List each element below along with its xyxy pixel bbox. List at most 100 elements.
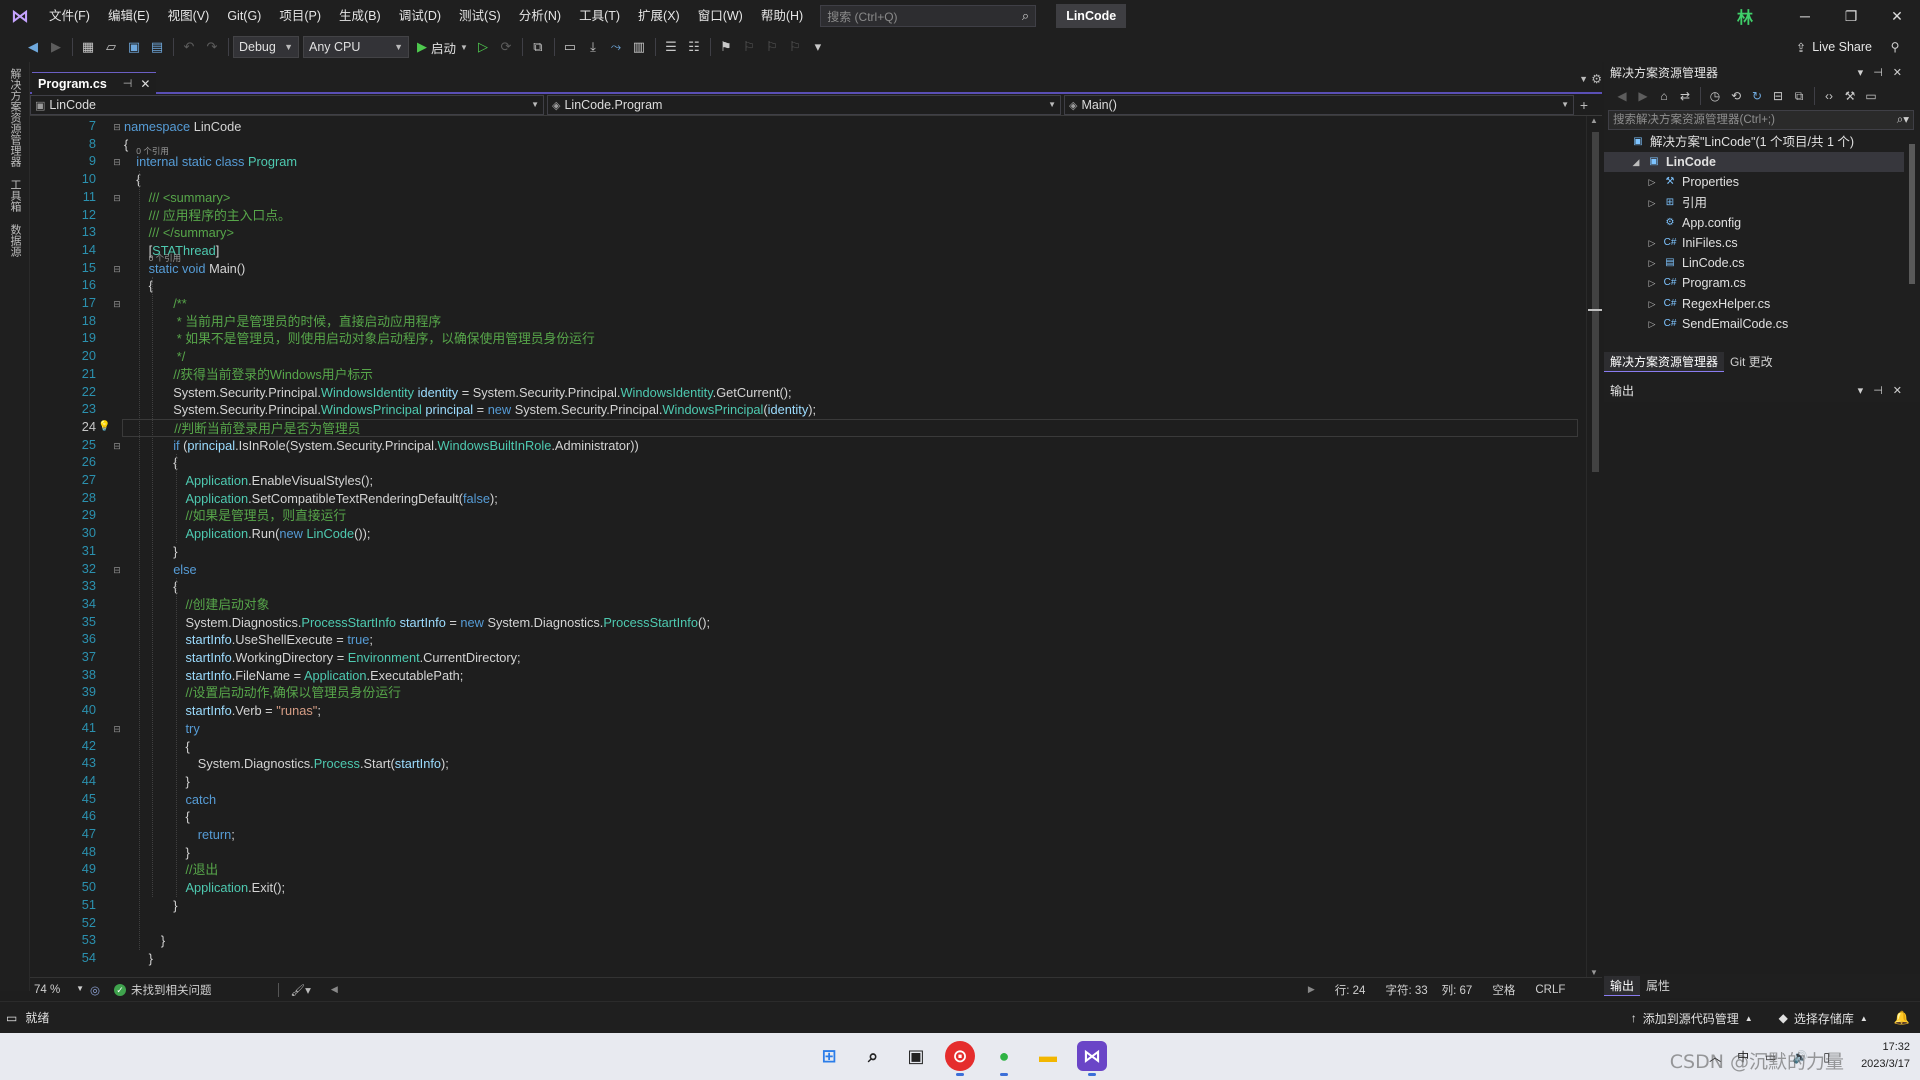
menu-item[interactable]: 窗口(W) [689,0,752,32]
code-line[interactable]: { [124,808,190,826]
wechat-icon[interactable]: ● [989,1041,1019,1076]
code-line[interactable]: startInfo.WorkingDirectory = Environment… [124,649,521,667]
type-select[interactable]: ◈ LinCode.Program ▼ [547,94,1061,115]
expand-toggle-icon[interactable]: ▷ [1646,253,1658,273]
code-line[interactable]: * 当前用户是管理员的时候，直接启动应用程序 [124,313,441,331]
vtab-solution-explorer[interactable]: 解决方案资源管理器 [0,62,30,173]
code-line[interactable]: System.Security.Principal.WindowsPrincip… [124,401,816,419]
vtab-data-sources[interactable]: 数据源 [0,218,30,263]
output-status-icon[interactable]: ▭ [6,1011,17,1025]
code-line[interactable]: return; [124,826,235,844]
tree-item[interactable]: ⚙ App.config [1604,213,1904,233]
solution-configuration-select[interactable]: Debug ▼ [233,36,299,58]
code-line[interactable]: { [124,738,190,756]
pin-icon[interactable]: ⊣ [1873,385,1893,397]
scroll-left-icon[interactable]: ◀ [331,984,338,995]
menu-item[interactable]: 编辑(E) [99,0,159,32]
clear-bookmarks-icon[interactable]: ⚐ [784,36,806,58]
collapse-region-icon[interactable]: ⊟ [112,441,122,451]
start-debugging-button[interactable]: ▶ 启动 ▼ [413,36,472,58]
tab-program-cs[interactable]: Program.cs ⊣ ✕ [32,72,157,94]
live-share-button[interactable]: ⇪ Live Share [1796,36,1872,58]
netease-music-icon[interactable]: ⊙ [945,1041,975,1076]
code-line[interactable]: */ [124,348,186,366]
code-line[interactable]: //设置启动动作,确保以管理员身份运行 [124,684,401,702]
feedback-icon[interactable]: ⚲ [1884,36,1906,58]
code-line[interactable]: startInfo.FileName = Application.Executa… [124,667,464,685]
code-line[interactable]: } [124,950,153,968]
close-icon[interactable]: ✕ [1893,67,1912,79]
expand-toggle-icon[interactable]: ▷ [1646,193,1658,213]
tree-item[interactable]: ▷ ⚒ Properties [1604,172,1904,192]
save-icon[interactable]: ▣ [123,36,145,58]
start-without-debugging-icon[interactable]: ▷ [472,36,494,58]
preview-selected-icon[interactable]: ▭ [1861,85,1881,107]
output-window[interactable] [1604,402,1920,974]
code-line[interactable]: /// 应用程序的主入口点。 [124,207,291,225]
code-line[interactable]: catch [124,791,217,809]
member-select[interactable]: ◈ Main() ▼ [1064,94,1574,115]
select-repository-button[interactable]: ◆ 选择存储库 ▲ [1779,1010,1868,1027]
expand-toggle-icon[interactable]: ▷ [1646,294,1658,314]
code-line[interactable]: Application.EnableVisualStyles(); [124,472,374,490]
windows-start-icon[interactable]: ⊞ [814,1041,844,1071]
menu-item[interactable]: 帮助(H) [752,0,812,32]
solution-explorer-scrollbar[interactable] [1906,132,1916,342]
scroll-up-icon[interactable]: ▲ [1590,116,1598,125]
tree-item[interactable]: ▷ C# IniFiles.cs [1604,233,1904,253]
code-line[interactable]: * 如果不是管理员，则使用启动对象启动程序，以确保使用管理员身份运行 [124,330,595,348]
browse-icon[interactable]: ⧉ [527,36,549,58]
chevron-down-icon[interactable]: ▼ [460,43,468,52]
code-text[interactable]: namespace LinCode{internal static class … [122,116,1578,977]
search-input[interactable]: 搜索 (Ctrl+Q) ⌕ [820,5,1037,27]
tree-item[interactable]: ◢ ▣ LinCode [1604,152,1904,173]
code-line[interactable]: /** [124,295,187,313]
redo-icon[interactable]: ↷ [201,36,223,58]
collapse-region-icon[interactable]: ⊟ [112,565,122,575]
menu-item[interactable]: 文件(F) [40,0,99,32]
code-line[interactable]: //判断当前登录用户是否为管理员 [122,418,1578,437]
collapse-all-icon[interactable]: ⊟ [1768,85,1788,107]
code-line[interactable]: //创建启动对象 [124,596,270,614]
next-bookmark-icon[interactable]: ⚐ [761,36,783,58]
menu-item[interactable]: 扩展(X) [629,0,689,32]
scrollbar-thumb[interactable] [1909,144,1915,284]
close-tab-icon[interactable]: ✕ [140,77,150,91]
expand-toggle-icon[interactable]: ▷ [1646,314,1658,334]
tree-item[interactable]: ▣ 解决方案"LinCode"(1 个项目/共 1 个) [1604,132,1904,152]
toolbar-options-icon[interactable]: ▾ [807,36,829,58]
vtab-toolbox[interactable]: 工具箱 [0,173,30,218]
collapse-region-icon[interactable]: ⊟ [112,157,122,167]
open-file-icon[interactable]: ▱ [100,36,122,58]
show-all-files-icon[interactable]: ⧉ [1789,85,1809,107]
code-cleanup-icon[interactable]: 🖌▾ [291,983,311,997]
codelens-references-hint[interactable]: 0 个引用 [124,145,169,157]
scrollbar-thumb[interactable] [1592,132,1599,472]
scroll-down-icon[interactable]: ▼ [1590,968,1598,977]
scroll-right-icon[interactable]: ▶ [1308,984,1315,995]
code-line[interactable]: System.Security.Principal.WindowsIdentit… [124,384,791,402]
code-line[interactable]: if (principal.IsInRole(System.Security.P… [124,437,639,455]
new-project-icon[interactable]: ▦ [77,36,99,58]
hot-reload-icon[interactable]: ⟳ [495,36,517,58]
editor-horizontal-scrollbar[interactable] [338,986,1308,994]
menu-item[interactable]: 工具(T) [570,0,629,32]
taskbar-clock[interactable]: 17:32 2023/3/17 [1861,1039,1910,1073]
save-all-icon[interactable]: ▤ [146,36,168,58]
pin-icon[interactable]: ⊣ [123,77,133,90]
pending-changes-filter-icon[interactable]: ◷ [1705,85,1725,107]
view-code-icon[interactable]: ‹› [1819,85,1839,107]
expand-toggle-icon[interactable]: ▷ [1646,273,1658,293]
navigate-back-icon[interactable]: ◀ [22,36,44,58]
home-icon[interactable]: ⌂ [1654,85,1674,107]
code-line[interactable]: startInfo.UseShellExecute = true; [124,631,373,649]
code-line[interactable]: Application.SetCompatibleTextRenderingDe… [124,490,498,508]
collapse-region-icon[interactable]: ⊟ [112,724,122,734]
panel-menu-icon[interactable]: ▾ [1858,67,1874,79]
menu-item[interactable]: 调试(D) [390,0,450,32]
navigate-forward-icon[interactable]: ▶ [45,36,67,58]
code-line[interactable]: } [124,897,177,915]
expand-toggle-icon[interactable]: ▷ [1646,233,1658,253]
editor-vertical-scrollbar[interactable]: ▲ ▼ [1586,116,1602,977]
solution-platform-select[interactable]: Any CPU ▼ [303,36,409,58]
